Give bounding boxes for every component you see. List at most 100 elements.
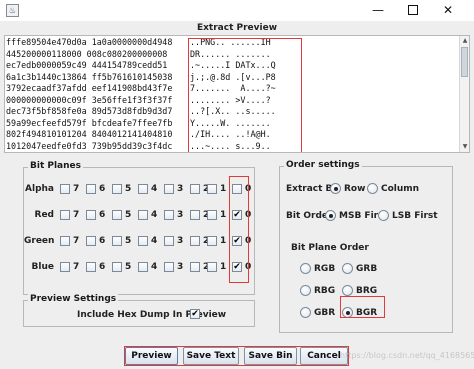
bit-plane-order-label: Bit Plane Order [291, 243, 369, 253]
extract-by-column-radio[interactable] [367, 183, 378, 194]
red-bit-4-checkbox[interactable] [138, 210, 148, 220]
blue-bit-2-checkbox[interactable] [190, 262, 200, 272]
red-bit-3-checkbox[interactable] [164, 210, 174, 220]
close-button[interactable]: ✕ [433, 0, 463, 21]
title-bar: ♨ — ✕ [0, 0, 474, 21]
extract-preview-textarea[interactable]: fffe89504e470d0a 1a0a0000000d4948 4452000… [4, 35, 470, 153]
bit-number-label: 6 [99, 262, 106, 272]
alpha-bit-5-checkbox[interactable] [112, 184, 122, 194]
hex-line: 000000000000c09f 3e56ffe1f3f3f37f [6, 94, 173, 105]
bit-number-label: 4 [151, 184, 158, 194]
scroll-thumb[interactable] [461, 47, 468, 77]
bit-number-label: 1 [220, 210, 227, 220]
bit-number-label: 4 [151, 236, 158, 246]
bit-plane-row-alpha: Alpha76543210 [24, 183, 254, 197]
bit-number-label: 1 [220, 262, 227, 272]
scroll-down-arrow-icon[interactable]: ▼ [460, 142, 469, 152]
red-bit-1-checkbox[interactable] [207, 210, 217, 220]
extract-by-row-radio[interactable] [330, 183, 341, 194]
red-bit-5-checkbox[interactable] [112, 210, 122, 220]
bit-plane-order-gbr-radio[interactable] [300, 307, 311, 318]
bit-plane-order-brg-radio[interactable] [342, 285, 353, 296]
include-hex-dump-checkbox[interactable]: ✔ [190, 309, 200, 319]
bit-planes-group: Bit Planes Alpha76543210Red7654321✔0Gree… [23, 161, 255, 295]
lsb-first-label: LSB First [392, 211, 438, 221]
hex-line: 3792ecaadf37afdd eef141908bd43f7e [6, 83, 173, 93]
bit-number-label: 6 [99, 210, 106, 220]
bit-plane-channel-label: Blue [31, 262, 54, 272]
blue-bit-4-checkbox[interactable] [138, 262, 148, 272]
preview-settings-group: Preview Settings Include Hex Dump In Pre… [23, 294, 255, 327]
msb-first-radio[interactable] [325, 210, 336, 221]
maximize-icon [408, 4, 418, 15]
java-app-icon: ♨ [6, 4, 19, 17]
bit-plane-order-grb-radio[interactable] [342, 263, 353, 274]
extract-by-column-label: Column [381, 184, 420, 194]
hex-line: ec7edb0000059c49 444154789cedd51 [6, 60, 168, 70]
watermark-text: https://blog.csdn.net/qq_41685659 [340, 351, 474, 360]
bgr-annotation-box [340, 296, 385, 318]
bit-number-label: 5 [125, 236, 132, 246]
green-bit-2-checkbox[interactable] [190, 236, 200, 246]
bit-plane-order-rbg-label: RBG [314, 286, 336, 296]
blue-bit-1-checkbox[interactable] [207, 262, 217, 272]
bit-number-label: 4 [151, 262, 158, 272]
green-bit-1-checkbox[interactable] [207, 236, 217, 246]
alpha-bit-6-checkbox[interactable] [86, 184, 96, 194]
alpha-bit-4-checkbox[interactable] [138, 184, 148, 194]
bit-number-label: 3 [177, 262, 184, 272]
bit-number-label: 5 [125, 210, 132, 220]
hex-line: 59a99ecfeefd579f bfcdeafe7ffee7fb [6, 117, 173, 128]
blue-bit-5-checkbox[interactable] [112, 262, 122, 272]
order-settings-title: Order settings [284, 160, 362, 170]
bit-number-label: 7 [73, 184, 80, 194]
green-bit-3-checkbox[interactable] [164, 236, 174, 246]
hex-line: 6a1c3b1440c13864 ff5b761610145038 [6, 71, 173, 82]
extract-by-row-label: Row [344, 184, 366, 194]
bit-plane-order-grb-label: GRB [356, 264, 378, 274]
bit-number-label: 1 [220, 236, 227, 246]
buttons-annotation-box [124, 346, 349, 366]
alpha-bit-1-checkbox[interactable] [207, 184, 217, 194]
green-bit-6-checkbox[interactable] [86, 236, 96, 246]
alpha-bit-2-checkbox[interactable] [190, 184, 200, 194]
include-hex-dump-label: Include Hex Dump In Preview [77, 310, 227, 320]
green-bit-5-checkbox[interactable] [112, 236, 122, 246]
red-bit-6-checkbox[interactable] [86, 210, 96, 220]
preview-settings-title: Preview Settings [28, 294, 119, 304]
maximize-button[interactable] [398, 0, 428, 21]
blue-bit-7-checkbox[interactable] [60, 262, 70, 272]
bit-number-label: 6 [99, 236, 106, 246]
preview-vertical-scrollbar[interactable]: ▲ ▼ [459, 36, 469, 152]
red-bit-7-checkbox[interactable] [60, 210, 70, 220]
hex-line: 445200000118000 008c080200000008 [6, 48, 168, 59]
red-bit-2-checkbox[interactable] [190, 210, 200, 220]
bit-plane-order-rbg-radio[interactable] [300, 285, 311, 296]
blue-bit-3-checkbox[interactable] [164, 262, 174, 272]
alpha-bit-7-checkbox[interactable] [60, 184, 70, 194]
extract-preview-title: Extract Preview [196, 23, 278, 33]
bit-number-label: 7 [73, 236, 80, 246]
green-bit-7-checkbox[interactable] [60, 236, 70, 246]
minimize-button[interactable]: — [363, 0, 393, 21]
hex-line: 802f494810101204 8404012141404810 [6, 129, 173, 139]
bit-planes-title: Bit Planes [28, 161, 84, 171]
blue-bit-6-checkbox[interactable] [86, 262, 96, 272]
lsb-first-radio[interactable] [378, 210, 389, 221]
bit-number-label: 6 [99, 184, 106, 194]
bit0-annotation-box [229, 176, 249, 283]
bit-number-label: 3 [177, 210, 184, 220]
hex-line: 1012047eedfe0fd3 739b95dd39c3f4dc [6, 140, 173, 151]
bit-plane-channel-label: Red [34, 210, 54, 220]
bit-plane-order-rgb-radio[interactable] [300, 263, 311, 274]
hex-line: fffe89504e470d0a 1a0a0000000d4948 [6, 37, 173, 47]
hex-dump-column: fffe89504e470d0a 1a0a0000000d4948 4452000… [6, 37, 172, 152]
bit-number-label: 1 [220, 184, 227, 194]
bit-plane-channel-label: Green [24, 236, 55, 246]
bit-plane-row-blue: Blue7654321✔0 [24, 261, 254, 275]
alpha-bit-3-checkbox[interactable] [164, 184, 174, 194]
scroll-up-arrow-icon[interactable]: ▲ [460, 36, 469, 46]
bit-number-label: 7 [73, 210, 80, 220]
green-bit-4-checkbox[interactable] [138, 236, 148, 246]
bit-plane-row-green: Green7654321✔0 [24, 235, 254, 249]
